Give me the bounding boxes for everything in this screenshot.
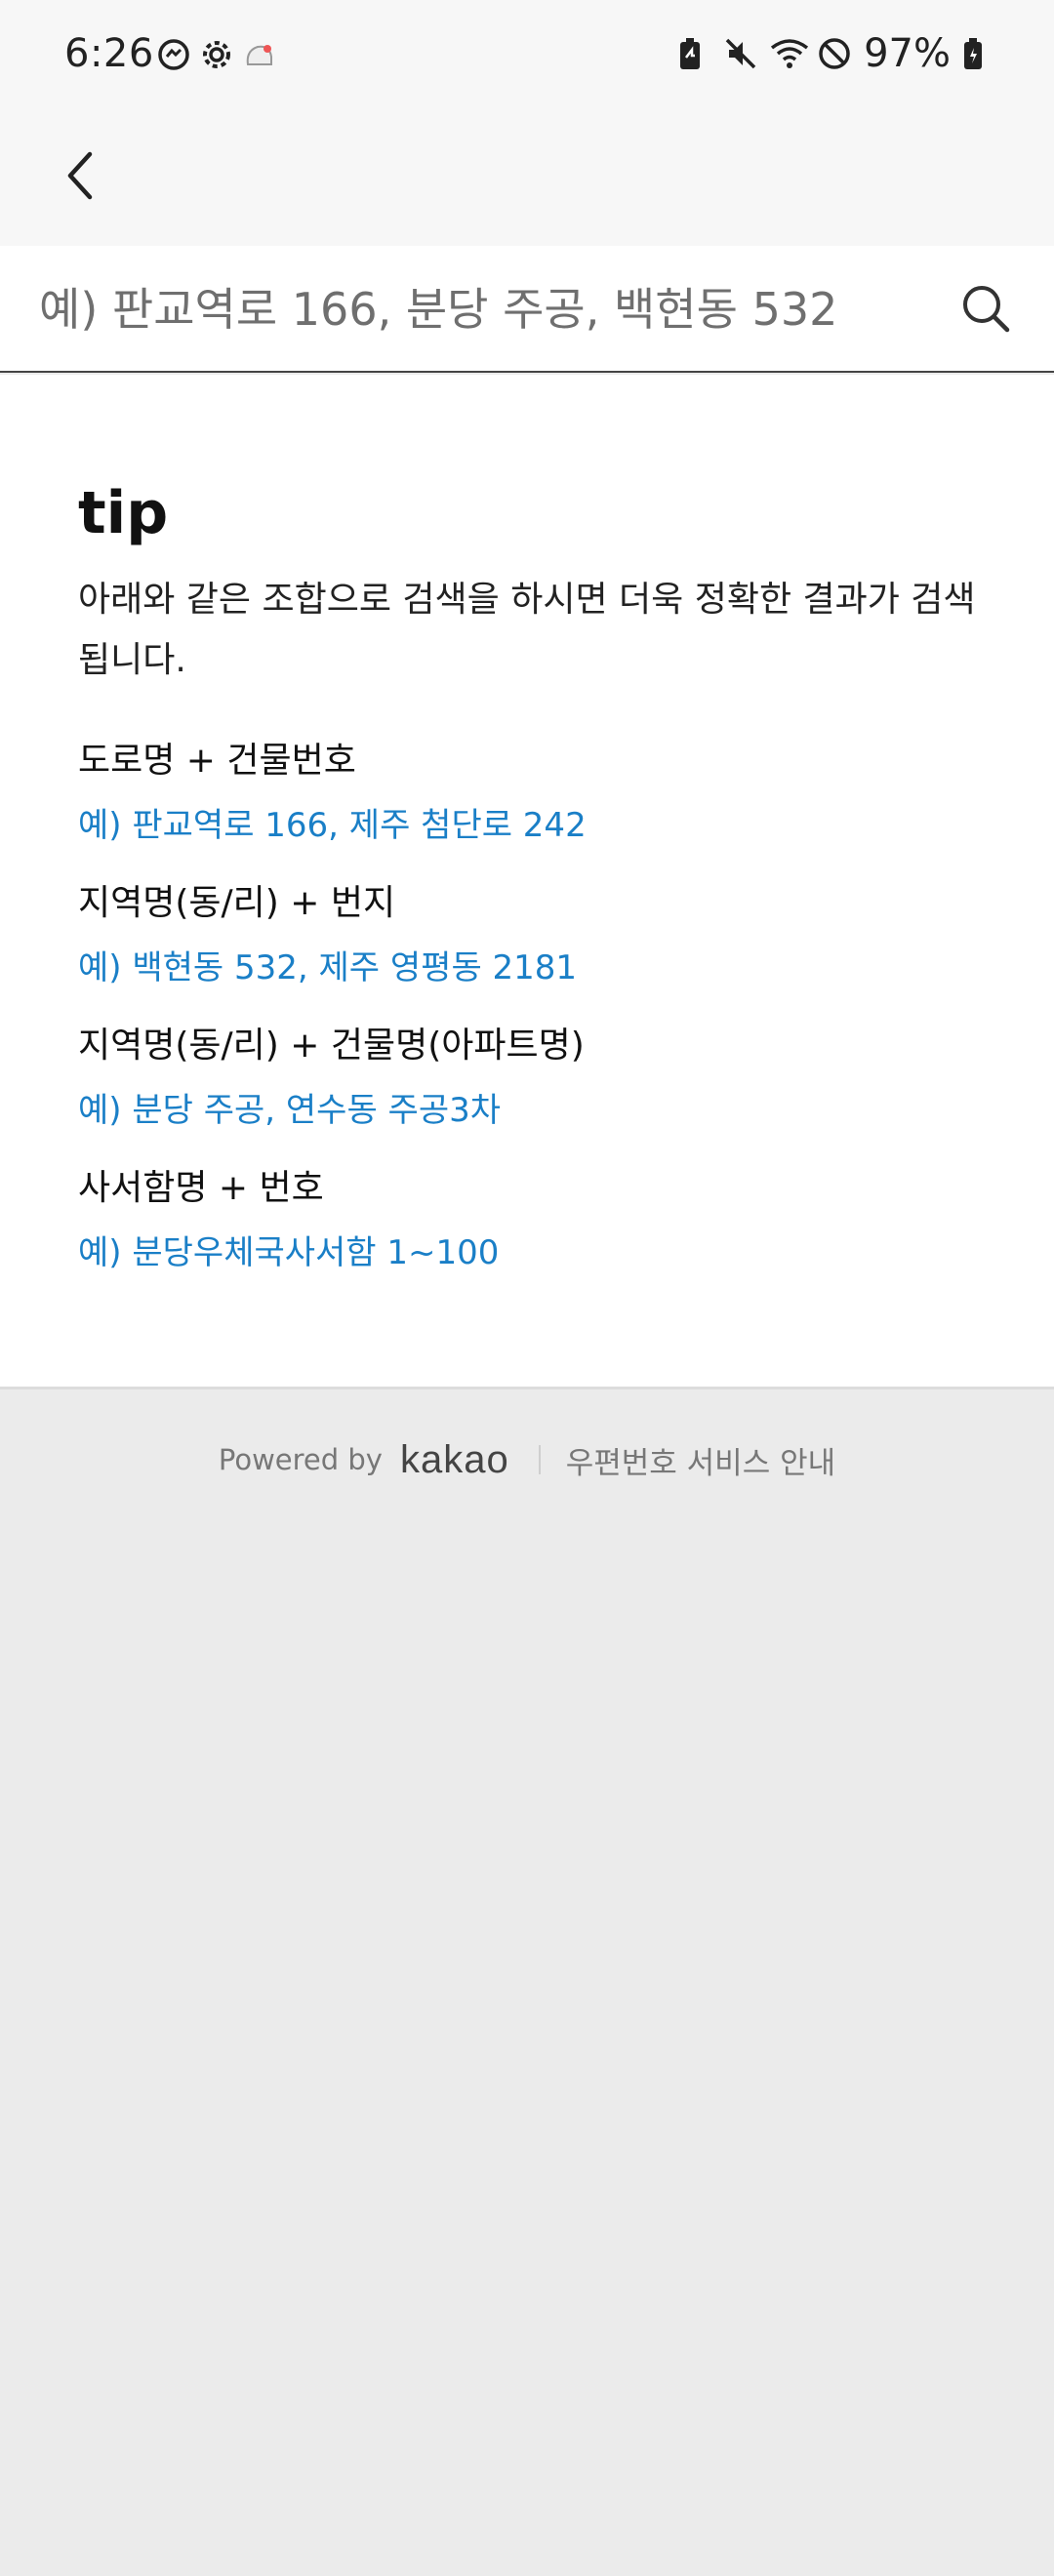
tip-example-po-box: 예) 분당우체국사서함 1~100 [78,1233,500,1272]
back-button[interactable] [49,139,111,217]
tip-description: 아래와 같은 조합으로 검색을 하시면 더욱 정확한 결과가 검색됩니다. [78,580,976,680]
battery-percent: 97% [864,31,951,76]
cloud-icon [242,37,277,72]
back-arrow-icon [61,148,100,207]
app-bar [0,115,1054,246]
tip-rule-road-name: 도로명 + 건물번호 [78,741,356,781]
mute-icon [723,36,758,71]
tip-title: tip [78,479,169,547]
powered-by-text: Powered by [218,1443,383,1476]
footer-divider [538,1445,541,1474]
address-search-input[interactable] [39,267,937,351]
search-bar [0,246,1054,373]
kakao-logo: kakao [399,1437,509,1481]
tip-example-building-name: 예) 분당 주공, 연수동 주공3차 [78,1091,502,1130]
messenger-icon [156,37,191,72]
status-time: 6:26 [64,31,154,76]
footer: Powered by kakao 우편번호 서비스 안내 [0,1411,1054,1509]
status-left-icons [156,37,277,72]
status-bar: 6:26 97% [0,0,1054,115]
status-right: 97% [676,31,997,76]
settings-icon [199,37,234,72]
tip-rule-po-box: 사서함명 + 번호 [78,1168,324,1208]
wifi-icon [770,36,809,71]
tip-rule-building-name: 지역명(동/리) + 건물명(아파트명) [78,1026,585,1066]
search-icon [958,281,1013,340]
do-not-disturb-icon [817,36,852,71]
tip-rule-lot-number: 지역명(동/리) + 번지 [78,883,396,923]
postcode-service-info-link[interactable]: 우편번호 서비스 안내 [566,1438,835,1482]
tip-panel: tip 아래와 같은 조합으로 검색을 하시면 더욱 정확한 결과가 검색됩니다… [0,375,1054,1389]
tip-example-lot-number: 예) 백현동 532, 제주 영평동 2181 [78,948,578,987]
tip-example-road-name: 예) 판교역로 166, 제주 첨단로 242 [78,806,587,845]
battery-icon [962,36,997,71]
battery-saver-icon [676,36,711,71]
search-button[interactable] [947,271,1025,349]
